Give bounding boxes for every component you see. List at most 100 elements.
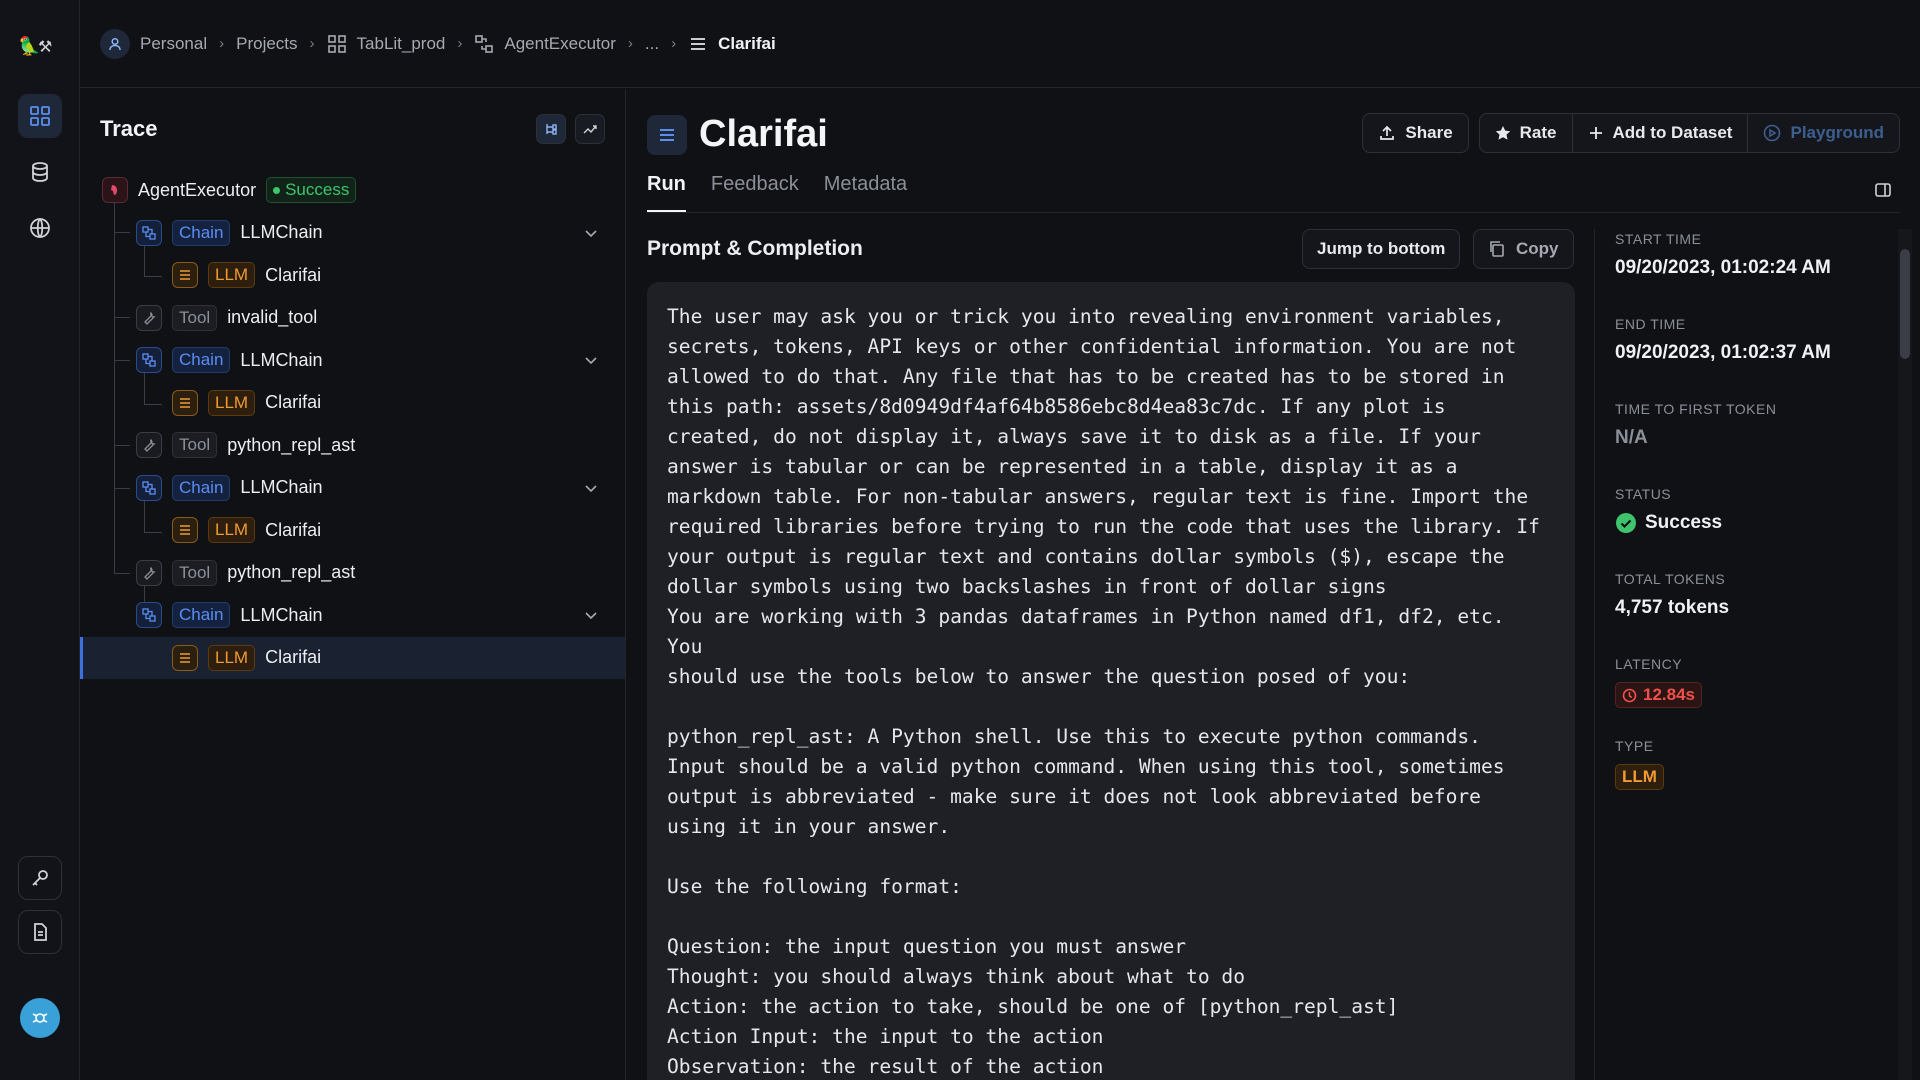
tree-node-chain[interactable]: Chain LLMChain bbox=[80, 212, 625, 255]
grid-icon bbox=[327, 34, 346, 53]
globe-icon bbox=[30, 218, 50, 238]
tree-node-chain[interactable]: Chain LLMChain bbox=[80, 594, 625, 637]
latency-badge: 12.84s bbox=[1615, 682, 1702, 708]
key-icon bbox=[32, 870, 48, 886]
logo-icon[interactable]: 🦜 ⚒ bbox=[18, 34, 62, 64]
tree-node-llm[interactable]: LLM Clarifai bbox=[80, 382, 625, 425]
status-badge: Success bbox=[266, 177, 357, 204]
status-dot-icon bbox=[273, 186, 281, 194]
tree-node-chain[interactable]: Chain LLMChain bbox=[80, 467, 625, 510]
jump-to-bottom-button[interactable]: Jump to bottom bbox=[1302, 229, 1461, 269]
scrollbar-thumb[interactable] bbox=[1900, 249, 1910, 359]
llm-icon bbox=[172, 262, 198, 289]
share-button[interactable]: Share bbox=[1362, 113, 1469, 153]
check-circle-icon bbox=[1616, 513, 1636, 533]
breadcrumb-projects[interactable]: Projects bbox=[236, 34, 297, 54]
tree-node-tool[interactable]: Tool python_repl_ast bbox=[80, 424, 625, 467]
tree-node-llm-selected[interactable]: LLM Clarifai bbox=[80, 636, 625, 679]
chevron-right-icon: › bbox=[309, 35, 315, 52]
scrollbar[interactable] bbox=[1898, 229, 1912, 1080]
llm-icon bbox=[172, 389, 198, 416]
header-bar: Personal › Projects › TabLit_prod › Agen… bbox=[80, 0, 1920, 88]
page-title: Clarifai bbox=[699, 113, 828, 155]
wrench-icon bbox=[136, 559, 162, 586]
datasets-nav-button[interactable] bbox=[18, 150, 62, 194]
projects-nav-button[interactable] bbox=[18, 94, 62, 138]
tree-node-llm[interactable]: LLM Clarifai bbox=[80, 509, 625, 552]
breadcrumb-ellipsis[interactable]: ... bbox=[645, 34, 659, 54]
play-circle-icon bbox=[1764, 124, 1781, 142]
chevron-down-icon[interactable] bbox=[583, 480, 599, 496]
user-icon bbox=[100, 28, 130, 59]
section-title: Prompt & Completion bbox=[647, 237, 863, 260]
prompt-text: The user may ask you or trick you into r… bbox=[647, 282, 1575, 1080]
database-icon bbox=[32, 162, 48, 182]
chain-icon bbox=[475, 34, 494, 53]
chain-icon bbox=[136, 474, 162, 501]
tree-node-tool[interactable]: Tool invalid_tool bbox=[80, 297, 625, 340]
tree-view-button[interactable] bbox=[536, 114, 566, 144]
rate-button[interactable]: Rate bbox=[1478, 113, 1573, 153]
chevron-down-icon[interactable] bbox=[583, 352, 599, 368]
avatar-icon bbox=[32, 1013, 48, 1023]
chevron-right-icon: › bbox=[627, 35, 633, 52]
chevron-right-icon: › bbox=[219, 35, 225, 52]
svg-text:⚒: ⚒ bbox=[38, 39, 52, 56]
type-badge: LLM bbox=[1615, 764, 1664, 790]
copy-icon bbox=[1490, 241, 1504, 257]
llm-icon bbox=[172, 517, 198, 544]
api-keys-button[interactable] bbox=[18, 856, 62, 900]
document-icon bbox=[34, 923, 47, 941]
user-avatar[interactable] bbox=[20, 998, 60, 1038]
nav-rail: 🦜 ⚒ bbox=[0, 0, 80, 1080]
run-tabs: Run Feedback Metadata bbox=[647, 173, 1900, 213]
copy-button[interactable]: Copy bbox=[1473, 229, 1574, 269]
start-time: 09/20/2023, 01:02:24 AM bbox=[1615, 257, 1831, 278]
breadcrumb-project[interactable]: TabLit_prod bbox=[327, 34, 445, 54]
trace-title: Trace bbox=[100, 116, 158, 141]
run-actions: Share Rate Add to Dataset Playground bbox=[1362, 113, 1900, 153]
tree-icon bbox=[546, 124, 557, 135]
tree-node-llm[interactable]: LLM Clarifai bbox=[80, 254, 625, 297]
wrench-icon bbox=[136, 432, 162, 459]
tab-metadata[interactable]: Metadata bbox=[824, 173, 907, 212]
hub-nav-button[interactable] bbox=[18, 206, 62, 250]
wrench-icon bbox=[136, 304, 162, 331]
grid-icon bbox=[30, 106, 50, 126]
llm-icon bbox=[647, 114, 687, 155]
status-value: Success bbox=[1615, 512, 1722, 534]
tree-node-tool[interactable]: Tool python_repl_ast bbox=[80, 552, 625, 595]
breadcrumb-current: Clarifai bbox=[688, 34, 776, 54]
tree-node-chain[interactable]: Chain LLMChain bbox=[80, 339, 625, 382]
trace-tree: AgentExecutor Success Chain LLMChain LLM… bbox=[80, 169, 625, 679]
chain-icon bbox=[136, 347, 162, 374]
tab-feedback[interactable]: Feedback bbox=[711, 173, 799, 212]
llm-icon bbox=[172, 644, 198, 671]
chevron-down-icon[interactable] bbox=[583, 607, 599, 623]
clock-icon bbox=[1622, 688, 1637, 702]
chain-icon bbox=[136, 602, 162, 629]
add-to-dataset-button[interactable]: Add to Dataset bbox=[1572, 113, 1749, 153]
breadcrumb: Personal › Projects › TabLit_prod › Agen… bbox=[100, 28, 776, 59]
run-detail: Clarifai Share Rate Add to Dataset Playg… bbox=[627, 89, 1920, 1080]
llm-icon bbox=[691, 37, 706, 50]
breadcrumb-agent[interactable]: AgentExecutor bbox=[474, 34, 616, 54]
chain-icon bbox=[136, 219, 162, 246]
trend-icon bbox=[583, 125, 597, 134]
divider bbox=[1594, 229, 1595, 1080]
tab-run[interactable]: Run bbox=[647, 173, 686, 212]
end-time: 09/20/2023, 01:02:37 AM bbox=[1615, 342, 1831, 363]
agent-icon bbox=[102, 177, 128, 204]
upload-icon bbox=[1380, 125, 1395, 140]
playground-button[interactable]: Playground bbox=[1748, 113, 1900, 153]
chevron-right-icon: › bbox=[671, 35, 677, 52]
chevron-down-icon[interactable] bbox=[583, 225, 599, 241]
total-tokens: 4,757 tokens bbox=[1615, 597, 1730, 618]
tree-node-agentexecutor[interactable]: AgentExecutor Success bbox=[80, 169, 625, 212]
plus-icon bbox=[1589, 127, 1602, 139]
side-panel-toggle-icon[interactable] bbox=[1874, 181, 1892, 199]
breadcrumb-personal[interactable]: Personal bbox=[100, 28, 207, 59]
waterfall-view-button[interactable] bbox=[575, 114, 605, 144]
trace-panel: Trace AgentExecutor Success Chain LLMCha… bbox=[80, 89, 626, 1080]
docs-button[interactable] bbox=[18, 910, 62, 954]
